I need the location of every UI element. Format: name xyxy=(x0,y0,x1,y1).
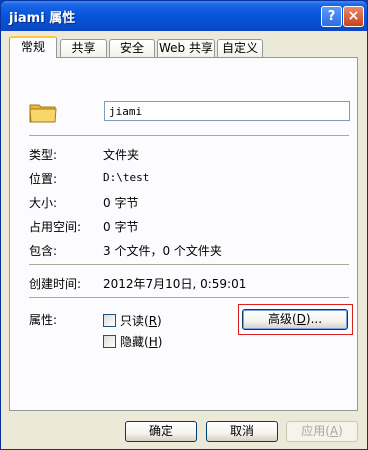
attributes-label: 属性: xyxy=(29,313,58,327)
properties-dialog: jiami 属性 ? × 常规 共享 安全 Web 共享 自定义 jiami 类… xyxy=(0,0,368,450)
created-label: 创建时间: xyxy=(29,277,82,291)
apply-button[interactable]: 应用(A) xyxy=(286,421,358,442)
location-label: 位置: xyxy=(29,172,58,186)
separator xyxy=(29,264,349,266)
cancel-button[interactable]: 取消 xyxy=(206,421,278,442)
size-on-disk-value: 0 字节 xyxy=(103,220,139,234)
type-value: 文件夹 xyxy=(103,148,140,162)
ok-button[interactable]: 确定 xyxy=(125,421,197,442)
folder-icon xyxy=(29,104,57,123)
separator xyxy=(29,135,349,137)
readonly-checkbox[interactable] xyxy=(103,314,116,327)
help-button[interactable]: ? xyxy=(321,6,342,27)
size-on-disk-label: 占用空间: xyxy=(29,220,82,234)
hidden-checkbox[interactable] xyxy=(103,335,116,348)
type-label: 类型: xyxy=(29,148,58,162)
contains-value: 3 个文件，0 个文件夹 xyxy=(103,244,222,258)
window-title: jiami 属性 xyxy=(9,11,76,26)
dialog-client: 常规 共享 安全 Web 共享 自定义 jiami 类型: 文件夹 位置: D:… xyxy=(4,31,364,449)
tab-general[interactable]: 常规 xyxy=(9,36,57,58)
size-label: 大小: xyxy=(29,196,58,210)
readonly-label[interactable]: 只读(R) xyxy=(120,312,162,329)
close-button[interactable]: × xyxy=(343,6,364,27)
contains-label: 包含: xyxy=(29,244,58,258)
tab-web-sharing[interactable]: Web 共享 xyxy=(157,39,215,57)
size-value: 0 字节 xyxy=(103,196,139,210)
separator xyxy=(29,297,349,299)
general-panel: jiami 类型: 文件夹 位置: D:\test 大小: 0 字节 占用空间:… xyxy=(9,57,358,411)
created-value: 2012年7月10日, 0:59:01 xyxy=(103,277,247,291)
tab-sharing[interactable]: 共享 xyxy=(60,39,107,57)
advanced-button[interactable]: 高级(D)... xyxy=(242,309,348,330)
tab-security[interactable]: 安全 xyxy=(109,39,155,57)
tab-customize[interactable]: 自定义 xyxy=(217,39,263,57)
title-bar[interactable]: jiami 属性 ? × xyxy=(1,1,367,31)
folder-name-input[interactable]: jiami xyxy=(104,101,350,121)
location-value: D:\test xyxy=(103,171,150,184)
hidden-label[interactable]: 隐藏(H) xyxy=(120,333,162,350)
